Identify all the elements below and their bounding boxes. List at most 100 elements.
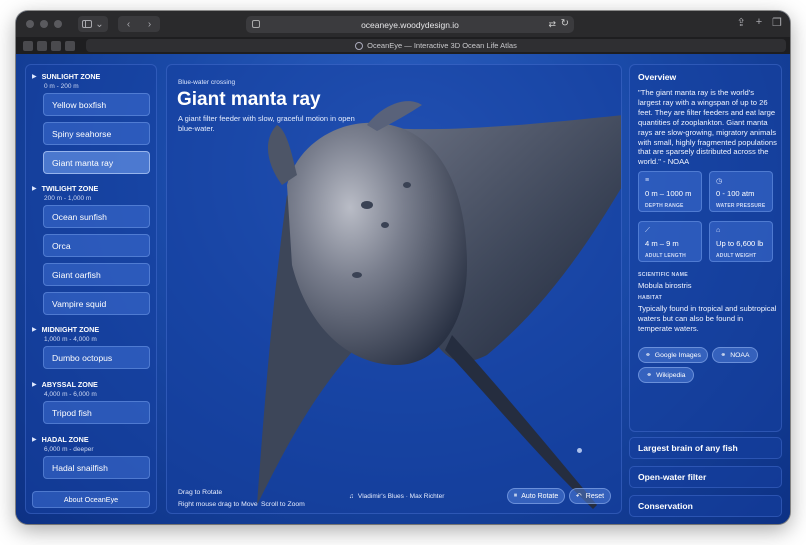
model-viewer[interactable]: Blue-water crossing Giant manta ray A gi… (166, 64, 622, 514)
zoom-window-button[interactable] (54, 20, 62, 28)
species-yellow-boxfish[interactable]: Yellow boxfish (43, 93, 150, 116)
stat-value: 0 - 100 atm (716, 189, 755, 198)
toolbar-actions: ⇪ + ❐ (736, 16, 782, 29)
auto-rotate-label: Auto Rotate (521, 492, 559, 500)
hotspot-marker[interactable] (577, 448, 582, 453)
now-playing[interactable]: ♫ Vladimir's Blues · Max Richter (349, 493, 444, 500)
species-tripod-fish[interactable]: Tripod fish (43, 401, 150, 424)
overview-panel: Overview "The giant manta ray is the wor… (629, 64, 782, 432)
browser-titlebar: ⌄ ‹ › oceaneye.woodydesign.io ⇄ ↻ ⇪ + ❐ (16, 11, 790, 37)
window-controls (26, 20, 62, 28)
link-label: Wikipedia (656, 371, 686, 379)
close-window-button[interactable] (26, 20, 34, 28)
species-hadal-snailfish[interactable]: Hadal snailfish (43, 456, 150, 479)
species-vampire-squid[interactable]: Vampire squid (43, 292, 150, 315)
link-wikipedia[interactable]: ⚭ Wikipedia (638, 367, 694, 383)
species-eyebrow: Blue-water crossing (178, 79, 236, 86)
ruler-icon: ⟋ (645, 227, 650, 234)
auto-rotate-button[interactable]: ⏸ Auto Rotate (507, 488, 565, 504)
zone-range: 0 m - 200 m (44, 83, 79, 90)
overview-title: Overview (638, 72, 677, 82)
hint-zoom: Scroll to Zoom (261, 501, 305, 508)
site-settings-icon[interactable] (252, 20, 260, 28)
back-button[interactable]: ‹ (127, 19, 130, 30)
zone-abyssal[interactable]: ▶ ABYSSAL ZONE 4,000 m - 6,000 m (32, 380, 98, 398)
music-note-icon: ♫ (349, 493, 354, 500)
share-icon[interactable]: ⇪ (736, 16, 745, 29)
minimize-window-button[interactable] (40, 20, 48, 28)
zone-hadal[interactable]: ▶ HADAL ZONE 6,000 m - deeper (32, 435, 94, 453)
stat-depth-range: ≡ 0 m – 1000 m DEPTH RANGE (638, 171, 702, 212)
about-oceaneye-button[interactable]: About OceanEye (32, 491, 150, 508)
tab-title: OceanEye — Interactive 3D Ocean Life Atl… (367, 41, 517, 50)
history-nav: ‹ › (118, 16, 160, 32)
zone-range: 1,000 m - 4,000 m (44, 336, 97, 343)
link-noaa[interactable]: ⚭ NOAA (712, 347, 758, 363)
pinned-tab-2[interactable] (37, 40, 47, 51)
stat-label: ADULT LENGTH (645, 253, 686, 259)
browser-window: ⌄ ‹ › oceaneye.woodydesign.io ⇄ ↻ ⇪ + ❐ … (16, 11, 790, 524)
habitat-label: HABITAT (638, 295, 663, 301)
accordion-conservation[interactable]: Conservation (629, 495, 782, 517)
tab-overview-icon[interactable]: ❐ (772, 16, 782, 29)
zone-title: MIDNIGHT ZONE (41, 325, 100, 334)
species-orca[interactable]: Orca (43, 234, 150, 257)
zone-range: 6,000 m - deeper (44, 446, 94, 453)
species-dumbo-octopus[interactable]: Dumbo octopus (43, 346, 150, 369)
zone-midnight[interactable]: ▶ MIDNIGHT ZONE 1,000 m - 4,000 m (32, 325, 99, 343)
species-giant-oarfish[interactable]: Giant oarfish (43, 263, 150, 286)
species-ocean-sunfish[interactable]: Ocean sunfish (43, 205, 150, 228)
zone-title: SUNLIGHT ZONE (41, 72, 101, 81)
reset-button[interactable]: ↶ Reset (569, 488, 611, 504)
accordion-open-water-filter[interactable]: Open-water filter (629, 466, 782, 488)
species-spiny-seahorse[interactable]: Spiny seahorse (43, 122, 150, 145)
address-bar[interactable]: oceaneye.woodydesign.io ⇄ ↻ (246, 16, 574, 33)
link-label: NOAA (730, 351, 750, 359)
link-icon: ⚭ (720, 352, 727, 359)
tab-favicon-icon (355, 41, 364, 50)
overview-quote: "The giant manta ray is the world's larg… (638, 88, 777, 167)
link-google-images[interactable]: ⚭ Google Images (638, 347, 708, 363)
new-tab-icon[interactable]: + (756, 16, 762, 29)
zone-sunlight[interactable]: ▶ SUNLIGHT ZONE 0 m - 200 m (32, 72, 100, 90)
pinned-tabs (23, 40, 75, 51)
stat-label: DEPTH RANGE (645, 203, 684, 209)
link-icon: ⚭ (646, 372, 653, 379)
gauge-icon: ◷ (716, 178, 723, 185)
triangle-right-icon: ▶ (32, 74, 37, 80)
stat-value: 0 m – 1000 m (645, 189, 692, 198)
pinned-tab-3[interactable] (51, 40, 61, 51)
hint-move: Right mouse drag to Move (178, 501, 258, 508)
scientific-name-label: SCIENTIFIC NAME (638, 272, 689, 278)
accordion-largest-brain[interactable]: Largest brain of any fish (629, 437, 782, 459)
stat-water-pressure: ◷ 0 - 100 atm WATER PRESSURE (709, 171, 773, 212)
sidebar-toggle-button[interactable]: ⌄ (78, 16, 108, 32)
tab-bar: OceanEye — Interactive 3D Ocean Life Atl… (16, 37, 790, 54)
reload-icon[interactable]: ↻ (561, 18, 569, 29)
chevron-down-icon: ⌄ (95, 18, 104, 30)
species-title: Giant manta ray (177, 89, 321, 110)
zone-title: TWILIGHT ZONE (41, 184, 99, 193)
triangle-right-icon: ▶ (32, 327, 37, 333)
reset-icon: ↶ (575, 493, 582, 500)
habitat-text: Typically found in tropical and subtropi… (638, 304, 777, 333)
scientific-name: Mobula birostris (638, 281, 692, 290)
stat-value: Up to 6,600 lb (716, 239, 764, 248)
depth-icon: ≡ (645, 177, 650, 184)
translate-icon[interactable]: ⇄ (548, 19, 556, 30)
pinned-tab-1[interactable] (23, 40, 33, 51)
url-text: oceaneye.woodydesign.io (361, 19, 459, 30)
zone-twilight[interactable]: ▶ TWILIGHT ZONE 200 m - 1,000 m (32, 184, 98, 202)
pinned-tab-4[interactable] (65, 40, 75, 51)
hint-rotate: Drag to Rotate (178, 489, 223, 496)
active-tab[interactable]: OceanEye — Interactive 3D Ocean Life Atl… (86, 39, 786, 52)
triangle-right-icon: ▶ (32, 186, 37, 192)
track-title: Vladimir's Blues · Max Richter (357, 493, 445, 500)
species-description: A giant filter feeder with slow, gracefu… (178, 114, 355, 133)
species-giant-manta-ray[interactable]: Giant manta ray (43, 151, 150, 174)
forward-button[interactable]: › (148, 19, 151, 30)
link-icon: ⚭ (645, 352, 651, 359)
triangle-right-icon: ▶ (32, 382, 37, 388)
species-sidebar: ▶ SUNLIGHT ZONE 0 m - 200 m Yellow boxfis… (25, 64, 157, 514)
stat-adult-length: ⟋ 4 m – 9 m ADULT LENGTH (638, 221, 702, 262)
